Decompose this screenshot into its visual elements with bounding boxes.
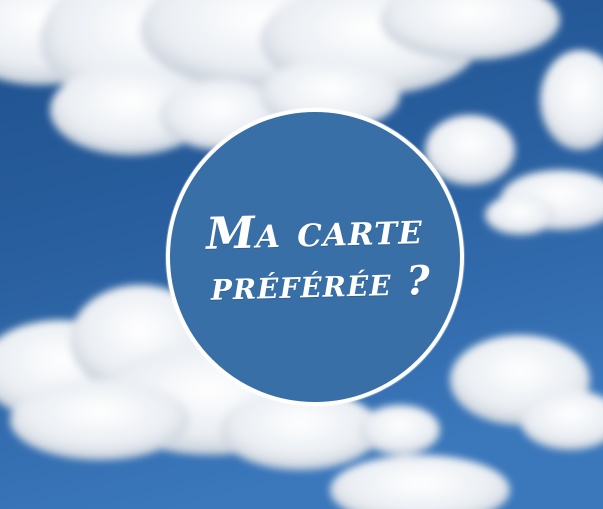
badge-line-2: préférée ?: [210, 257, 432, 310]
title-badge: Ma carte préférée ?: [166, 108, 464, 406]
sky-image: Ma carte préférée ?: [0, 0, 603, 509]
badge-line-1: Ma carte: [205, 203, 424, 260]
badge-text: Ma carte préférée ?: [199, 203, 432, 310]
